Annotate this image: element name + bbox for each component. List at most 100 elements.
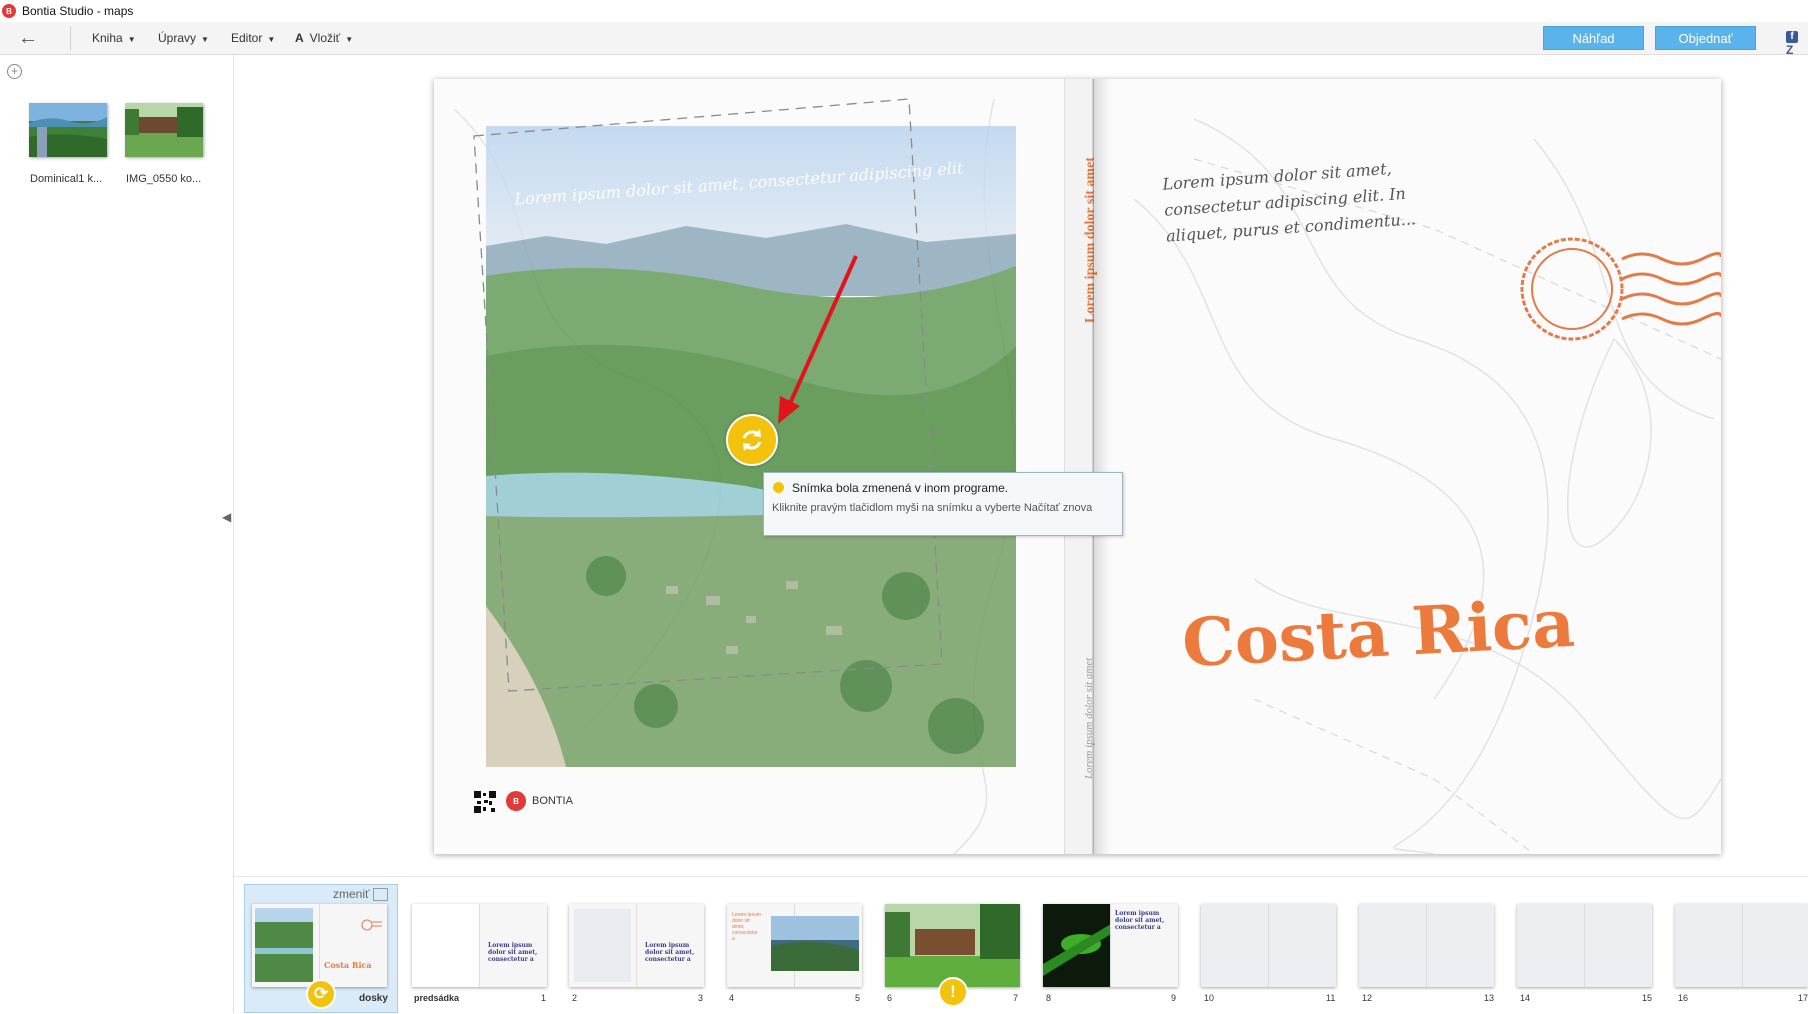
postmark-stamp-icon [1520,237,1721,341]
warning-exclamation-icon[interactable]: ! [938,977,968,1007]
tooltip-body: Kliknite pravým tlačidlom myši na snímku… [772,502,1093,514]
thumb-text: Lorem ipsum dolor sit amet, consectetur … [732,912,761,942]
toolbar: ← Kniha ▼ Úpravy ▼ Editor ▼ A Vložiť ▼ Náhľad… [0,22,1808,57]
book-cover-spread: Lorem ipsum dolor sit amet, consectetur … [434,79,1721,854]
page-number: 12 [1362,993,1373,1003]
page-number: 17 [1798,993,1808,1003]
back-arrow-icon[interactable]: ← [18,28,46,48]
cover-thumb-photo [255,908,313,982]
facebook-icon: f [1786,31,1798,43]
thumb-title: Costa Rica [324,960,372,970]
frog-thumb-photo [1043,904,1111,987]
page-thumb-2-3[interactable]: Lorem ipsum dolor sit amet, consectetur … [569,904,704,987]
page-number: 3 [698,993,704,1003]
page-thumb-endpaper[interactable]: Lorem ipsum dolor sit amet, consectetur … [412,904,547,987]
page-number: 10 [1204,993,1215,1003]
window-title: Bontia Studio - maps [22,4,134,18]
caret-down-icon: ▼ [127,35,136,44]
house-thumb-photo [885,904,1020,987]
page-layout-icon [372,888,388,902]
front-cover[interactable]: Lorem ipsum dolor sit amet, consectetur … [1092,79,1721,854]
page-thumb-6-7[interactable] [885,904,1020,987]
warning-dot-icon [773,482,784,493]
photo-placeholder [574,909,631,982]
page-number: 1 [541,993,547,1003]
text-insert-icon: A [295,31,304,45]
menu-label: Vložiť [309,31,341,45]
page-number: 5 [855,993,861,1003]
menu-label: Úpravy [158,31,197,45]
page-fold [319,904,320,987]
page-number: 11 [1326,993,1336,1003]
page-thumb-14-15[interactable] [1517,904,1652,987]
back-cover[interactable]: Lorem ipsum dolor sit amet, consectetur … [434,79,1064,854]
page-number: 9 [1171,993,1177,1003]
menu-upravy[interactable]: Úpravy ▼ [158,31,209,45]
page-number: 4 [729,993,735,1003]
cover-label: dosky [359,993,388,1004]
page-number: 16 [1678,993,1689,1003]
page-number: 6 [887,993,893,1003]
change-label: zmeniť [333,887,370,901]
change-layout-link[interactable]: zmeniť [333,887,388,902]
cover-sync-badge-icon[interactable]: ⟳ [306,979,336,1009]
toolbar-separator [70,26,71,50]
book-spine[interactable]: Lorem ipsum dolor sit amet Lorem ipsum d… [1064,79,1098,854]
facebook-share[interactable]: f Z [1786,28,1808,57]
title-bar: B Bontia Studio - maps [0,0,1808,22]
library-photo-img0550[interactable] [125,103,203,157]
bontia-logo-icon: B [506,791,526,811]
page-number: 15 [1642,993,1653,1003]
photo-library-panel: + Dominical1 k... IMG_0550 ko... ◀ [0,55,234,1013]
caret-down-icon: ▼ [267,35,276,44]
page-number: 14 [1520,993,1531,1003]
red-arrow-annotation [778,255,858,424]
page-thumb-12-13[interactable] [1359,904,1494,987]
front-cover-script: Lorem ipsum dolor sit amet, consectetur … [1162,154,1417,249]
menu-editor[interactable]: Editor ▼ [231,31,275,45]
page-fold [1426,904,1427,987]
cover-title: Costa Rica [1180,583,1577,683]
library-photo-dominical[interactable] [29,103,107,157]
page-fold [1742,904,1743,987]
page-thumb-cover[interactable]: Costa Rica [252,904,387,987]
tooltip-title: Snímka bola zmenená v inom programe. [792,481,1009,495]
thumb-stamp [361,919,382,931]
menu-label: Editor [231,31,263,45]
page-thumb-8-9[interactable]: Lorem ipsum dolor sit amet, consectetur … [1043,904,1178,987]
page-fold [636,904,637,987]
bontia-brand: B BONTIA [506,791,573,811]
menu-vlozit[interactable]: A Vložiť ▼ [295,31,353,45]
app-logo-icon: B [2,4,16,18]
caret-down-icon: ▼ [345,35,354,44]
menu-kniha[interactable]: Kniha ▼ [92,31,136,45]
beach-thumb-photo [771,916,859,971]
caret-down-icon: ▼ [201,35,209,44]
thumb-text: Lorem ipsum dolor sit amet, consectetur … [645,942,695,963]
menu-label: Kniha [92,31,123,45]
page-number: 2 [572,993,578,1003]
page-number: 7 [1013,993,1019,1003]
library-photo-label: Dominical1 k... [30,173,103,185]
collapse-panel-icon[interactable]: ◀ [222,510,231,524]
thumb-text: Lorem ipsum dolor sit amet, consectetur … [488,942,538,963]
page-fold [1110,904,1111,987]
page-fold [479,904,480,987]
page-thumb-10-11[interactable] [1201,904,1336,987]
page-fold [1584,904,1585,987]
preview-button[interactable]: Náhľad [1543,26,1644,50]
page-number: 13 [1484,993,1495,1003]
add-photo-icon[interactable]: + [7,64,22,79]
order-button[interactable]: Objednať [1655,26,1756,50]
endpaper-label: predsádka [414,993,460,1003]
library-photo-label: IMG_0550 ko... [126,173,202,185]
brand-label: BONTIA [532,795,573,807]
blank-page [412,904,479,987]
page-thumb-16-17[interactable] [1675,904,1808,987]
image-modified-tooltip: Snímka bola zmenená v inom programe. Kli… [763,472,1123,536]
page-number: 8 [1046,993,1052,1003]
qr-code-icon [474,791,496,813]
page-thumb-4-5[interactable]: Lorem ipsum dolor sit amet, consectetur … [727,904,862,987]
page-fold [1268,904,1269,987]
thumb-text: Lorem ipsum dolor sit amet, consectetur … [1115,910,1165,931]
